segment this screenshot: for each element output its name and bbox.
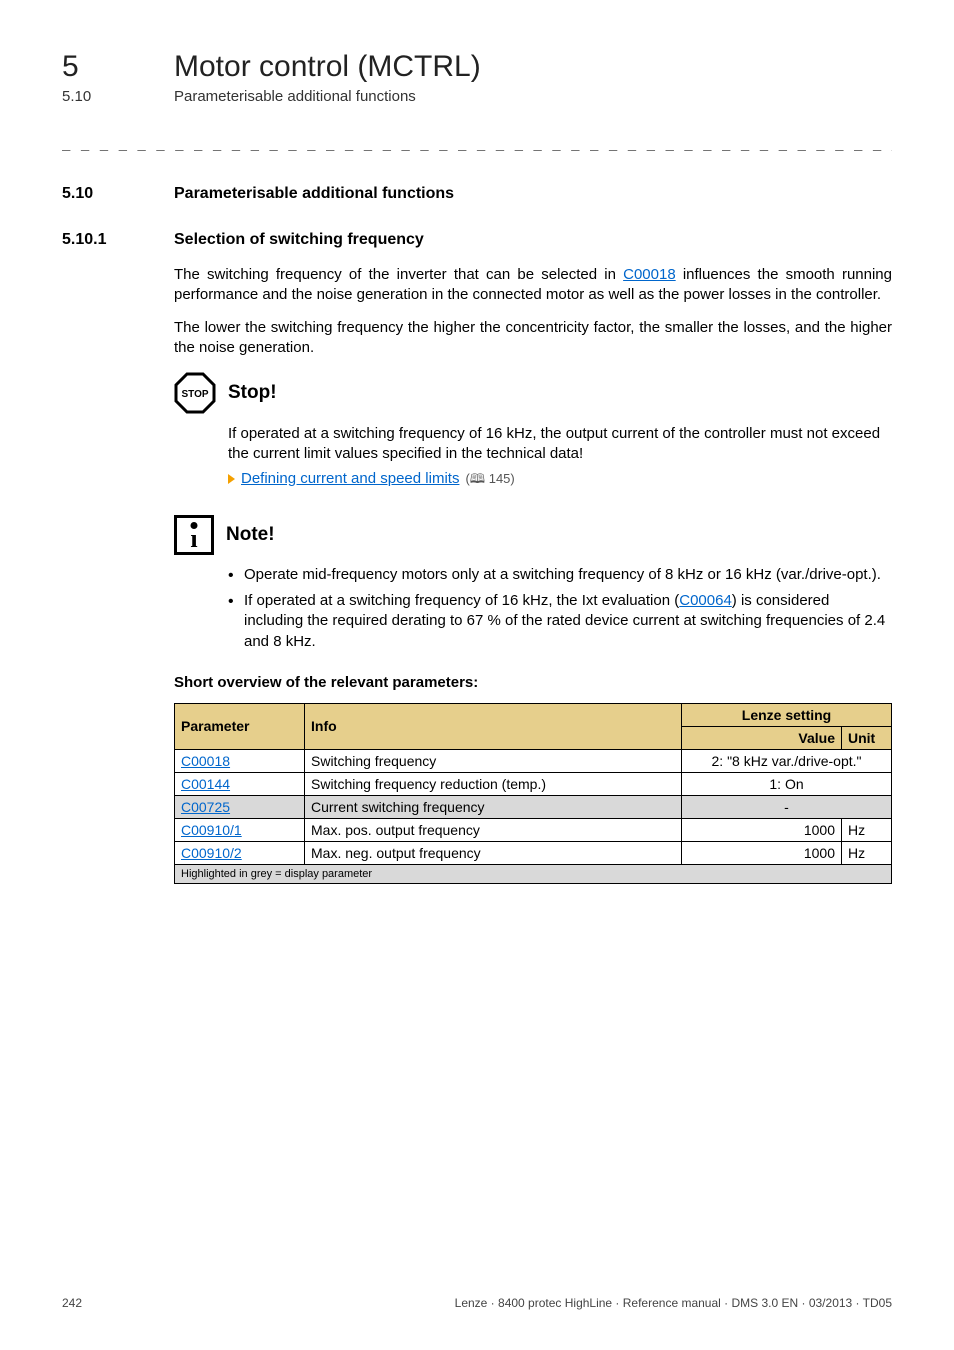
cell-value: 1000 [682, 841, 842, 864]
stop-icon-label: STOP [181, 389, 208, 400]
col-header-value: Value [682, 726, 842, 749]
cross-ref-link[interactable]: Defining current and speed limits [241, 469, 459, 489]
cell-info: Switching frequency reduction (temp.) [305, 772, 682, 795]
section-number: 5.10 [62, 88, 174, 105]
cell-unit: Hz [842, 818, 892, 841]
heading-number: 5.10 [62, 185, 174, 203]
cell-unit: Hz [842, 841, 892, 864]
code-link[interactable]: C00018 [181, 753, 230, 769]
col-header-unit: Unit [842, 726, 892, 749]
section-subtitle: Parameterisable additional functions [174, 88, 416, 105]
table-row: C00144 Switching frequency reduction (tem… [175, 772, 892, 795]
col-header-setting: Lenze setting [682, 703, 892, 726]
table-row: C00018 Switching frequency2: "8 kHz var./… [175, 749, 892, 772]
subheading-title: Selection of switching frequency [174, 231, 424, 249]
code-link[interactable]: C00910/1 [181, 822, 242, 838]
table-row: C00910/1 Max. pos. output frequency1000Hz [175, 818, 892, 841]
cell-info: Max. neg. output frequency [305, 841, 682, 864]
cell-info: Max. pos. output frequency [305, 818, 682, 841]
text: If operated at a switching frequency of … [244, 592, 679, 609]
cell-value: 2: "8 kHz var./drive-opt." [682, 749, 892, 772]
table-row: C00725 Current switching frequency- [175, 795, 892, 818]
stop-icon: STOP [174, 372, 216, 414]
table-footnote: Highlighted in grey = display parameter [175, 864, 892, 883]
chapter-title: Motor control (MCTRL) [174, 50, 481, 84]
code-link[interactable]: C00910/2 [181, 845, 242, 861]
cell-value: 1: On [682, 772, 892, 795]
code-link[interactable]: C00725 [181, 799, 230, 815]
note-bullet: Operate mid-frequency motors only at a s… [228, 565, 892, 585]
stop-body-text: If operated at a switching frequency of … [228, 424, 892, 465]
page-reference: (🕮 145) [465, 470, 514, 488]
note-title: Note! [226, 524, 275, 546]
heading-title: Parameterisable additional functions [174, 185, 454, 203]
cell-value: 1000 [682, 818, 842, 841]
footer-meta: Lenze · 8400 protec HighLine · Reference… [455, 1296, 892, 1310]
code-link[interactable]: C00144 [181, 776, 230, 792]
page-number: 242 [62, 1296, 82, 1310]
code-link[interactable]: C00064 [679, 592, 732, 609]
table-row: C00910/2 Max. neg. output frequency1000Hz [175, 841, 892, 864]
parameters-table: Parameter Info Lenze setting Value Unit … [174, 703, 892, 884]
stop-title: Stop! [228, 382, 277, 404]
text: The switching frequency of the inverter … [174, 266, 623, 283]
cell-info: Switching frequency [305, 749, 682, 772]
table-caption: Short overview of the relevant parameter… [174, 674, 892, 691]
col-header-info: Info [305, 703, 682, 749]
separator-rule: _ _ _ _ _ _ _ _ _ _ _ _ _ _ _ _ _ _ _ _ … [62, 135, 892, 151]
code-link[interactable]: C00018 [623, 266, 676, 283]
subheading-number: 5.10.1 [62, 231, 174, 249]
chapter-number: 5 [62, 50, 174, 84]
note-icon: ı [174, 515, 214, 555]
col-header-parameter: Parameter [175, 703, 305, 749]
cell-info: Current switching frequency [305, 795, 682, 818]
note-bullet: If operated at a switching frequency of … [228, 591, 892, 652]
paragraph: The switching frequency of the inverter … [174, 265, 892, 306]
triangle-bullet-icon [228, 474, 235, 484]
cell-value: - [682, 795, 892, 818]
paragraph: The lower the switching frequency the hi… [174, 318, 892, 359]
